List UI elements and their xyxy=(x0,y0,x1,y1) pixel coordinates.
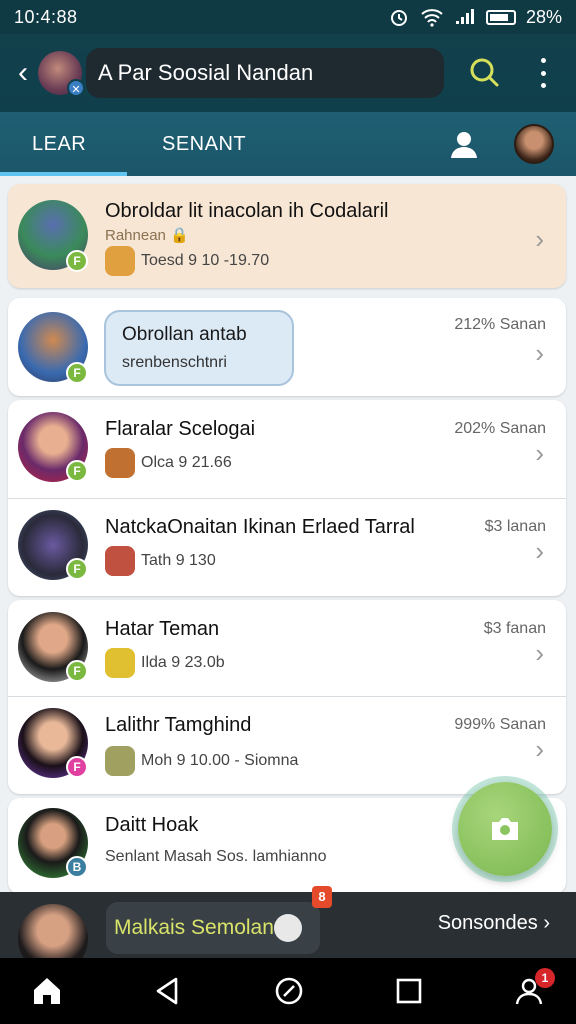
chat-subtitle-row: Toesd 9 10 -19.70 xyxy=(105,246,269,276)
alarm-icon xyxy=(390,10,407,26)
active-chat-pill[interactable]: Malkais Semolan xyxy=(106,902,320,954)
list-item[interactable]: F Obroldar lit inacolan ih Codalaril Rah… xyxy=(8,184,566,288)
open-chat-label: Sonsondes xyxy=(437,912,538,934)
system-nav-bar xyxy=(0,958,576,1024)
divider xyxy=(8,498,566,499)
status-badge: F xyxy=(66,558,88,580)
chat-meta: $3 fanan xyxy=(483,620,546,637)
status-badge: F xyxy=(66,250,88,272)
chat-subtitle: Ilda 9 23.0b xyxy=(141,654,225,671)
chat-name[interactable]: NatckaOnaitan Ikinan Erlaed Tarral xyxy=(105,516,415,539)
app-bar: ‹ ✕ A Par Soosial Nandan xyxy=(0,34,576,112)
search-icon[interactable] xyxy=(468,56,500,88)
more-options-icon[interactable] xyxy=(533,58,553,88)
status-badge: B xyxy=(66,856,88,878)
tab-lear[interactable]: LEAR xyxy=(32,112,86,176)
compose-icon[interactable] xyxy=(272,974,306,1008)
status-badge: F xyxy=(66,660,88,682)
active-tab-indicator xyxy=(0,172,127,176)
status-time: 10:4:88 xyxy=(14,6,78,27)
home-icon[interactable] xyxy=(30,974,64,1008)
active-chat-title: Malkais Semolan xyxy=(114,916,274,939)
chevron-right-icon: › xyxy=(535,734,544,764)
chevron-right-icon: › xyxy=(535,224,544,254)
sticker-icon xyxy=(105,448,135,478)
chat-title[interactable]: A Par Soosial Nandan xyxy=(86,48,444,98)
chat-meta: $3 lanan xyxy=(484,518,546,535)
profile-avatar[interactable] xyxy=(514,124,554,164)
chat-name[interactable]: Hatar Teman xyxy=(105,618,219,641)
chevron-right-icon: › xyxy=(535,536,544,566)
chat-subtitle-row: Moh 9 10.00 - Siomna xyxy=(105,746,298,776)
open-chat-link[interactable]: Sonsondes › xyxy=(438,912,550,935)
list-item[interactable]: F Obrollan antab srenbenschtnri 212% San… xyxy=(8,298,566,396)
message-bubble: Obrollan antab srenbenschtnri xyxy=(104,310,294,386)
sticker-icon xyxy=(105,746,135,776)
battery-level: 28% xyxy=(525,6,562,27)
tab-senant[interactable]: SENANT xyxy=(162,112,246,176)
chat-meta: 999% Sanan xyxy=(454,716,546,733)
chat-group-card: F Flaralar Scelogai Olca 9 21.66 202% Sa… xyxy=(8,400,566,596)
camera-icon xyxy=(492,818,518,840)
chevron-right-icon: › xyxy=(535,338,544,368)
chat-subtitle: Senlant Masah Sos. lamhianno xyxy=(105,848,327,865)
recents-icon[interactable] xyxy=(392,974,426,1008)
status-bar: 10:4:88 28% xyxy=(0,0,576,34)
sticker-icon xyxy=(105,546,135,576)
back-nav-icon[interactable] xyxy=(150,974,184,1008)
chat-group-card: F Hatar Teman Ilda 9 23.0b $3 fanan › F … xyxy=(8,600,566,794)
signal-icon xyxy=(455,9,474,24)
chat-subtitle-row: Olca 9 21.66 xyxy=(105,448,232,478)
chat-subtitle-top: Rahnean 🔒 xyxy=(105,227,189,244)
divider xyxy=(8,696,566,697)
chat-subtitle-row: Tath 9 130 xyxy=(105,546,216,576)
chat-meta: 212% Sanan xyxy=(454,316,546,333)
status-badge: F xyxy=(66,460,88,482)
chevron-right-icon: › xyxy=(535,638,544,668)
chat-name[interactable]: Flaralar Scelogai xyxy=(105,418,255,441)
active-chat-bar[interactable]: Malkais Semolan 8 Sonsondes › xyxy=(0,886,576,974)
bubble-text: srenbenschtnri xyxy=(122,354,227,371)
notification-badge: 1 xyxy=(535,968,555,988)
battery-icon xyxy=(485,9,516,25)
bubble-title: Obrollan antab xyxy=(122,324,247,345)
camera-fab-button[interactable] xyxy=(458,782,552,876)
chat-meta: 202% Sanan xyxy=(454,420,546,437)
unread-count-badge: 8 xyxy=(312,886,332,908)
back-icon[interactable]: ‹ xyxy=(6,56,40,90)
chat-subtitle: Moh 9 10.00 - Siomna xyxy=(141,752,299,769)
chat-name[interactable]: Lalithr Tamghind xyxy=(105,714,251,737)
chat-subtitle: Olca 9 21.66 xyxy=(141,454,232,471)
avatar-badge: ✕ xyxy=(67,79,85,97)
person-icon[interactable] xyxy=(448,128,480,160)
chat-subtitle: Tath 9 130 xyxy=(141,552,216,569)
cup-icon xyxy=(274,914,302,942)
status-badge: F xyxy=(66,756,88,778)
tab-bar: LEAR SENANT xyxy=(0,112,576,176)
sticker-icon xyxy=(105,246,135,276)
chat-avatar[interactable]: ✕ xyxy=(38,51,85,97)
chat-subtitle-row: Ilda 9 23.0b xyxy=(105,648,225,678)
chat-name: Daitt Hoak xyxy=(105,814,199,836)
status-badge: F xyxy=(66,362,88,384)
chat-name: Obroldar lit inacolan ih Codalaril xyxy=(105,200,389,222)
sticker-icon xyxy=(105,648,135,678)
chevron-right-icon: › xyxy=(535,438,544,468)
wifi-icon xyxy=(421,9,443,27)
chat-subtitle: Toesd 9 10 -19.70 xyxy=(141,252,270,269)
